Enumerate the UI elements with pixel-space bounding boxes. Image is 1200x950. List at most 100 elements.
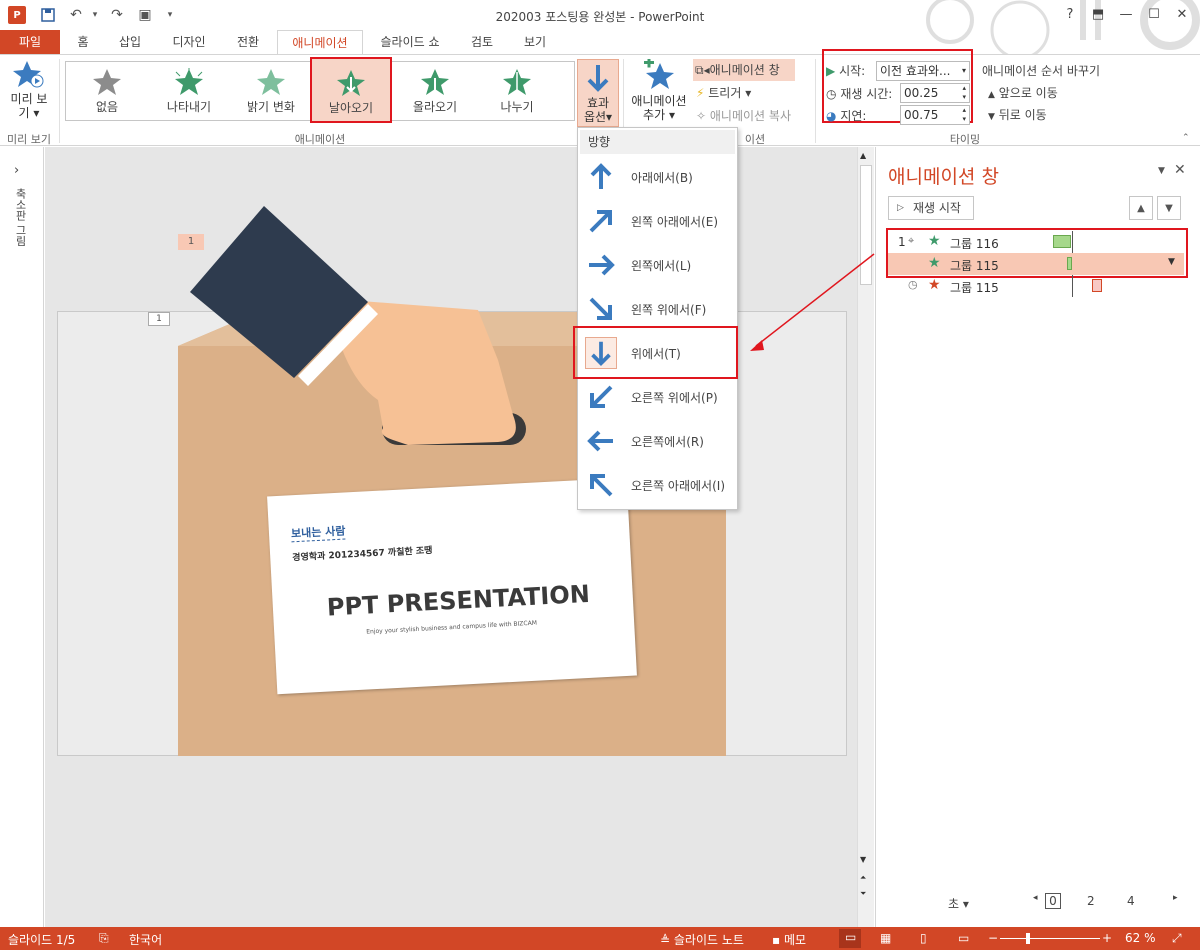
delay-clock-icon: ◕ <box>826 109 837 123</box>
move-earlier-button[interactable]: ▲ 앞으로 이동 <box>988 83 1058 105</box>
maximize-button[interactable]: ☐ <box>1142 4 1166 24</box>
animation-pane-button[interactable]: ⧉◂애니메이션 창 <box>693 59 795 81</box>
ribbon-display-options-icon[interactable]: ⬒ <box>1086 4 1110 24</box>
reorder-title: 애니메이션 순서 바꾸기 <box>982 64 1101 78</box>
spell-check-icon[interactable]: ⎘ <box>99 931 109 946</box>
save-icon[interactable] <box>38 5 58 25</box>
animation-painter-icon: ✧ <box>696 109 707 123</box>
language-indicator[interactable]: 한국어 <box>129 931 162 948</box>
direction-from-bottom-left[interactable]: 왼쪽 아래에서(E) <box>579 199 734 243</box>
animation-appear[interactable]: 나타내기 <box>148 62 230 120</box>
arrow-down-icon <box>587 65 609 92</box>
fit-to-window-icon[interactable]: ⤢ <box>1172 931 1182 946</box>
direction-from-bottom[interactable]: 아래에서(B) <box>579 155 734 199</box>
arrow-right-icon <box>589 254 615 276</box>
delay-input[interactable]: 00.75 ▴ ▾ <box>900 105 970 125</box>
tab-insert[interactable]: 삽입 <box>110 30 150 54</box>
notes-button[interactable]: ≜ 슬라이드 노트 <box>660 931 744 948</box>
zoom-out-icon[interactable]: − <box>988 931 998 945</box>
animation-label: 올라오기 <box>412 100 458 114</box>
direction-label: 왼쪽 위에서(F) <box>631 303 707 317</box>
play-label: 재생 시작 <box>913 201 961 215</box>
ruler-left-icon[interactable]: ◂ <box>1033 893 1038 903</box>
exit-star-icon: ★ <box>928 277 941 293</box>
scroll-up-icon[interactable]: ▲ <box>860 151 866 160</box>
duration-input[interactable]: 00.25 ▴ ▾ <box>900 83 970 103</box>
move-up-button[interactable]: ▲ <box>1129 196 1153 220</box>
arrow-left-icon <box>587 430 613 452</box>
delay-label-text: 지연: <box>840 109 867 123</box>
group-label-timing: 타이밍 <box>949 133 981 146</box>
powerpoint-app-icon[interactable]: P <box>8 6 26 24</box>
direction-from-top-left[interactable]: 왼쪽 위에서(F) <box>579 287 734 331</box>
animation-split[interactable]: 나누기 <box>476 62 558 120</box>
slide-sorter-icon[interactable]: ▦ <box>880 931 891 945</box>
slideshow-view-icon[interactable]: ▭ <box>958 931 969 945</box>
tab-slideshow[interactable]: 슬라이드 쇼 <box>372 30 448 54</box>
zoom-slider[interactable] <box>1000 938 1100 939</box>
arrow-down-right-icon <box>589 297 612 320</box>
expand-thumbnails-icon[interactable]: › <box>14 163 19 178</box>
animation-label: 없음 <box>95 100 119 114</box>
tab-transitions[interactable]: 전환 <box>228 30 268 54</box>
animation-float-in[interactable]: 올라오기 <box>394 62 476 120</box>
previous-slide-icon[interactable]: ⏶ <box>860 873 866 883</box>
play-icon: ▶ <box>826 64 836 78</box>
move-later-button[interactable]: ▼ 뒤로 이동 <box>988 105 1047 127</box>
triangle-up-icon: ▲ <box>988 90 995 100</box>
tab-design[interactable]: 디자인 <box>163 30 215 54</box>
tab-review[interactable]: 검토 <box>462 30 502 54</box>
timing-bar[interactable] <box>1092 279 1102 292</box>
tab-file[interactable]: 파일 <box>0 30 60 54</box>
close-button[interactable]: ✕ <box>1170 4 1194 24</box>
undo-icon[interactable]: ↶ <box>66 5 86 25</box>
close-pane-icon[interactable]: ✕ <box>1174 162 1186 178</box>
start-select[interactable]: 이전 효과와... ▾ <box>876 61 970 81</box>
reading-view-icon[interactable]: ▯ <box>920 931 927 945</box>
ruler-tick: 4 <box>1127 894 1135 908</box>
animation-none[interactable]: 없음 <box>66 62 148 120</box>
zoom-level[interactable]: 62 % <box>1125 931 1156 945</box>
ruler-right-icon[interactable]: ▸ <box>1173 893 1178 903</box>
redo-icon[interactable]: ↷ <box>107 5 127 25</box>
trigger-button[interactable]: ⚡ 트리거 ▾ <box>696 82 751 104</box>
add-animation-button[interactable]: 애니메이션 추가 ▾ <box>626 57 692 127</box>
scroll-down-icon[interactable]: ▼ <box>860 855 866 864</box>
comments-button[interactable]: ▪ 메모 <box>772 931 806 948</box>
preview-label-2: 기 <box>18 106 30 120</box>
start-slideshow-icon[interactable]: ▣ <box>135 5 155 25</box>
animation-fly-in[interactable]: 날아오기 <box>310 57 392 123</box>
preview-button[interactable]: 미리 보기 ▾ <box>4 59 54 125</box>
zoom-slider-thumb[interactable] <box>1026 933 1030 944</box>
tab-view[interactable]: 보기 <box>515 30 555 54</box>
time-units-dropdown[interactable]: 초 ▾ <box>948 895 969 912</box>
add-animation-label-1: 애니메이션 <box>631 94 687 108</box>
direction-from-top-right[interactable]: 오른쪽 위에서(P) <box>579 375 734 419</box>
animation-painter-button[interactable]: ✧ 애니메이션 복사 <box>696 105 791 127</box>
undo-dropdown-icon[interactable]: ▾ <box>85 5 105 25</box>
thumbnails-label[interactable]: 축소판 그림 <box>12 188 28 247</box>
after-previous-clock-icon: ◷ <box>908 278 918 291</box>
ruler-tick: 2 <box>1087 894 1095 908</box>
help-button[interactable]: ? <box>1058 4 1082 24</box>
direction-from-right[interactable]: 오른쪽에서(R) <box>579 419 734 463</box>
tab-animations[interactable]: 애니메이션 <box>277 30 363 55</box>
move-down-button[interactable]: ▼ <box>1157 196 1181 220</box>
tab-home[interactable]: 홈 <box>68 30 98 54</box>
minimize-button[interactable]: — <box>1114 4 1138 24</box>
animation-fade[interactable]: 밝기 변화 <box>230 62 312 120</box>
pane-options-icon[interactable]: ▼ <box>1158 166 1165 176</box>
animation-list-item[interactable]: ◷ ★ 그룹 115 <box>888 275 1184 297</box>
zoom-in-icon[interactable]: + <box>1102 931 1112 945</box>
collapse-ribbon-icon[interactable]: ⌃ <box>1182 133 1190 143</box>
direction-label: 왼쪽 아래에서(E) <box>631 215 719 229</box>
direction-from-bottom-right[interactable]: 오른쪽 아래에서(I) <box>579 463 734 507</box>
timeline-ruler[interactable]: ◂ 0 2 4 ▸ <box>1033 893 1185 909</box>
customize-quick-access-icon[interactable]: ▾ <box>160 5 180 25</box>
next-slide-icon[interactable]: ⏷ <box>860 889 866 899</box>
effect-options-button[interactable]: 효과 옵션▾ <box>577 59 619 127</box>
play-from-button[interactable]: ▷ 재생 시작 <box>888 196 974 220</box>
separator <box>815 59 816 143</box>
direction-from-left[interactable]: 왼쪽에서(L) <box>579 243 734 287</box>
slide-counter: 슬라이드 1/5 <box>8 933 76 947</box>
